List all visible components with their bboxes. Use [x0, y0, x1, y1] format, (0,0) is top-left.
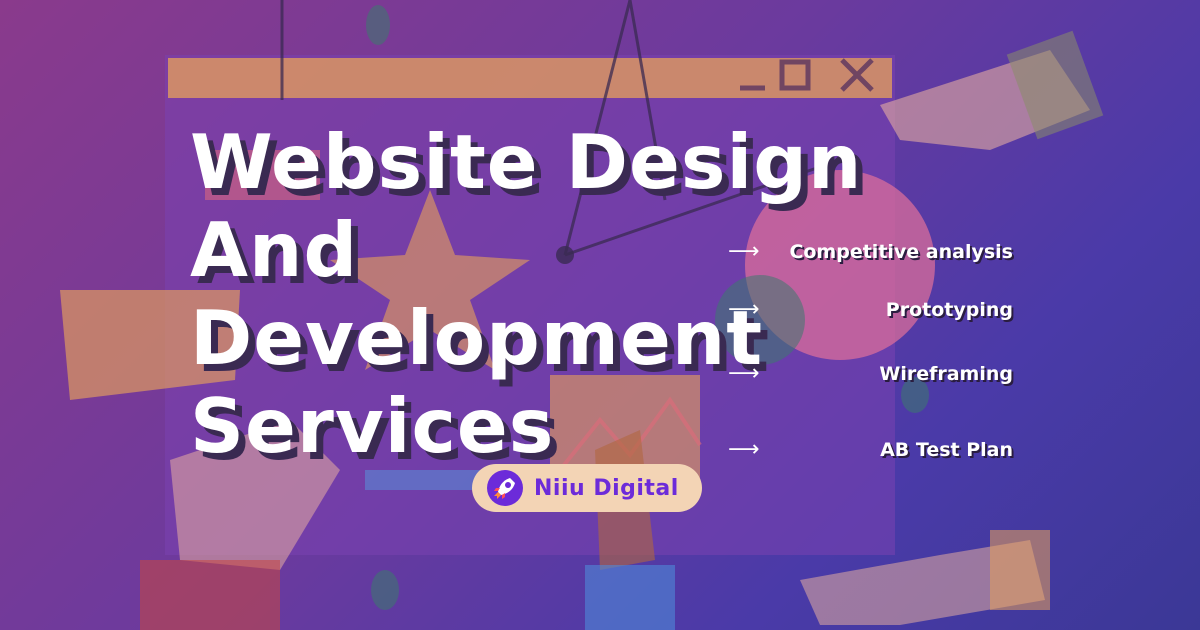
service-item-ab-test-plan: ⟶ AB Test Plan	[728, 434, 1013, 466]
brand-logo: Niiu Digital	[472, 464, 702, 512]
right-arrow-icon: ⟶	[728, 297, 760, 322]
service-label: Prototyping	[885, 299, 1013, 321]
service-label: Competitive analysis	[789, 241, 1013, 263]
title-line: Website Design	[190, 118, 863, 206]
service-item-competitive-analysis: ⟶ Competitive analysis	[728, 236, 1013, 268]
service-label: AB Test Plan	[880, 439, 1013, 461]
rocket-icon	[487, 470, 523, 506]
right-arrow-icon: ⟶	[728, 437, 760, 462]
right-arrow-icon: ⟶	[728, 361, 760, 386]
service-item-wireframing: ⟶ Wireframing	[728, 358, 1013, 390]
service-label: Wireframing	[879, 363, 1013, 385]
right-arrow-icon: ⟶	[728, 239, 760, 264]
brand-name: Niiu Digital	[534, 475, 679, 501]
service-item-prototyping: ⟶ Prototyping	[728, 294, 1013, 326]
